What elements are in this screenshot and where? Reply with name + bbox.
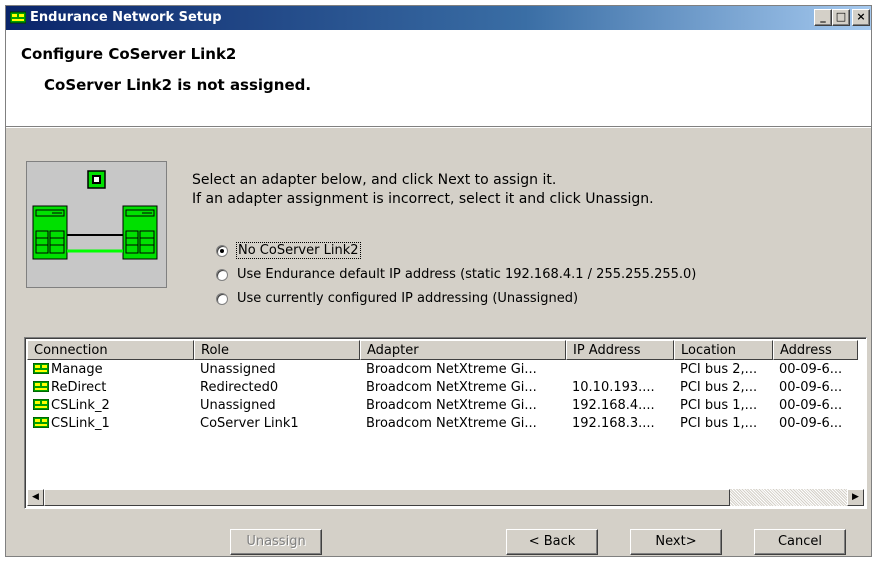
close-button[interactable]: × — [852, 9, 870, 26]
role-cell: Unassigned — [200, 398, 276, 413]
column-header-location[interactable]: Location — [674, 340, 773, 360]
table-row[interactable]: CSLink_1 CoServer Link1 Broadcom NetXtre… — [27, 416, 858, 434]
page-title: Configure CoServer Link2 — [21, 45, 237, 63]
instruction-line-2: If an adapter assignment is incorrect, s… — [192, 191, 654, 207]
table-row[interactable]: ReDirect Redirected0 Broadcom NetXtreme … — [27, 380, 858, 398]
radio-label: No CoServer Link2 — [236, 242, 361, 259]
location-cell: PCI bus 2,... — [680, 380, 758, 395]
ip-address-cell — [566, 362, 674, 380]
address-cell: 00-09-6... — [779, 362, 843, 377]
server-link-illustration — [26, 161, 167, 288]
network-setup-icon — [10, 11, 26, 24]
table-row[interactable]: CSLink_2 Unassigned Broadcom NetXtreme G… — [27, 398, 858, 416]
adapter-cell: Broadcom NetXtreme Gi... — [366, 398, 537, 413]
horizontal-scrollbar[interactable]: ◀ ▶ — [27, 489, 864, 506]
connection-name: CSLink_1 — [51, 416, 110, 431]
radio-current-ip[interactable]: Use currently configured IP addressing (… — [216, 291, 578, 306]
connection-cell: Manage — [27, 362, 194, 380]
column-header-role[interactable]: Role — [194, 340, 360, 360]
minimize-button[interactable]: _ — [814, 9, 832, 26]
instruction-line-1: Select an adapter below, and click Next … — [192, 172, 557, 188]
location-cell: PCI bus 1,... — [680, 398, 758, 413]
radio-label: Use currently configured IP addressing (… — [237, 291, 579, 306]
instructions: Select an adapter below, and click Next … — [192, 171, 654, 209]
maximize-button[interactable]: □ — [832, 9, 850, 26]
column-header-adapter[interactable]: Adapter — [360, 340, 566, 360]
ip-address-cell: 10.10.193.... — [572, 380, 655, 395]
header-divider — [6, 126, 871, 128]
network-adapter-icon — [33, 399, 49, 410]
scroll-left-icon[interactable]: ◀ — [27, 489, 44, 506]
adapter-cell: Broadcom NetXtreme Gi... — [366, 362, 537, 377]
server-link-icon — [32, 170, 158, 260]
table-row[interactable]: Manage Unassigned Broadcom NetXtreme Gi.… — [27, 362, 858, 380]
network-adapter-icon — [33, 363, 49, 374]
setup-window: Endurance Network Setup _ □ × Configure … — [5, 5, 872, 557]
next-button[interactable]: Next> — [630, 529, 722, 555]
radio-button[interactable] — [216, 268, 228, 281]
connection-name: ReDirect — [51, 380, 107, 395]
list-header: Connection Role Adapter IP Address Locat… — [27, 340, 858, 360]
location-cell: PCI bus 2,... — [680, 362, 758, 377]
radio-default-ip[interactable]: Use Endurance default IP address (static… — [216, 267, 696, 282]
connection-name: Manage — [51, 362, 103, 377]
cancel-button[interactable]: Cancel — [754, 529, 846, 555]
ip-address-cell: 192.168.4.... — [572, 398, 655, 413]
address-cell: 00-09-6... — [779, 380, 843, 395]
column-header-address[interactable]: Address — [773, 340, 858, 360]
scroll-thumb[interactable] — [44, 489, 730, 506]
location-cell: PCI bus 1,... — [680, 416, 758, 431]
role-cell: Redirected0 — [200, 380, 279, 395]
connection-name: CSLink_2 — [51, 398, 110, 413]
back-button[interactable]: < Back — [506, 529, 598, 555]
address-cell: 00-09-6... — [779, 416, 843, 431]
network-adapter-icon — [33, 417, 49, 428]
scroll-track[interactable] — [730, 489, 847, 506]
network-adapter-icon — [33, 381, 49, 392]
radio-label: Use Endurance default IP address (static… — [237, 267, 697, 282]
connection-cell: CSLink_1 — [27, 416, 194, 434]
window-title: Endurance Network Setup — [30, 10, 222, 25]
scroll-right-icon[interactable]: ▶ — [847, 489, 864, 506]
radio-button[interactable] — [216, 292, 228, 305]
adapter-cell: Broadcom NetXtreme Gi... — [366, 380, 537, 395]
adapter-list[interactable]: Connection Role Adapter IP Address Locat… — [24, 337, 867, 509]
role-cell: CoServer Link1 — [200, 416, 299, 431]
connection-cell: CSLink_2 — [27, 398, 194, 416]
address-cell: 00-09-6... — [779, 398, 843, 413]
radio-button[interactable] — [216, 244, 228, 257]
title-bar[interactable]: Endurance Network Setup _ □ × — [6, 6, 871, 30]
role-cell: Unassigned — [200, 362, 276, 377]
radio-no-link[interactable]: No CoServer Link2 — [216, 242, 361, 259]
ip-address-cell: 192.168.3.... — [572, 416, 655, 431]
column-header-connection[interactable]: Connection — [27, 340, 194, 360]
column-header-ip-address[interactable]: IP Address — [566, 340, 674, 360]
connection-cell: ReDirect — [27, 380, 194, 398]
unassign-button[interactable]: Unassign — [230, 529, 322, 555]
wizard-header: Configure CoServer Link2 CoServer Link2 … — [6, 30, 871, 126]
adapter-cell: Broadcom NetXtreme Gi... — [366, 416, 537, 431]
page-subtitle: CoServer Link2 is not assigned. — [44, 76, 312, 94]
